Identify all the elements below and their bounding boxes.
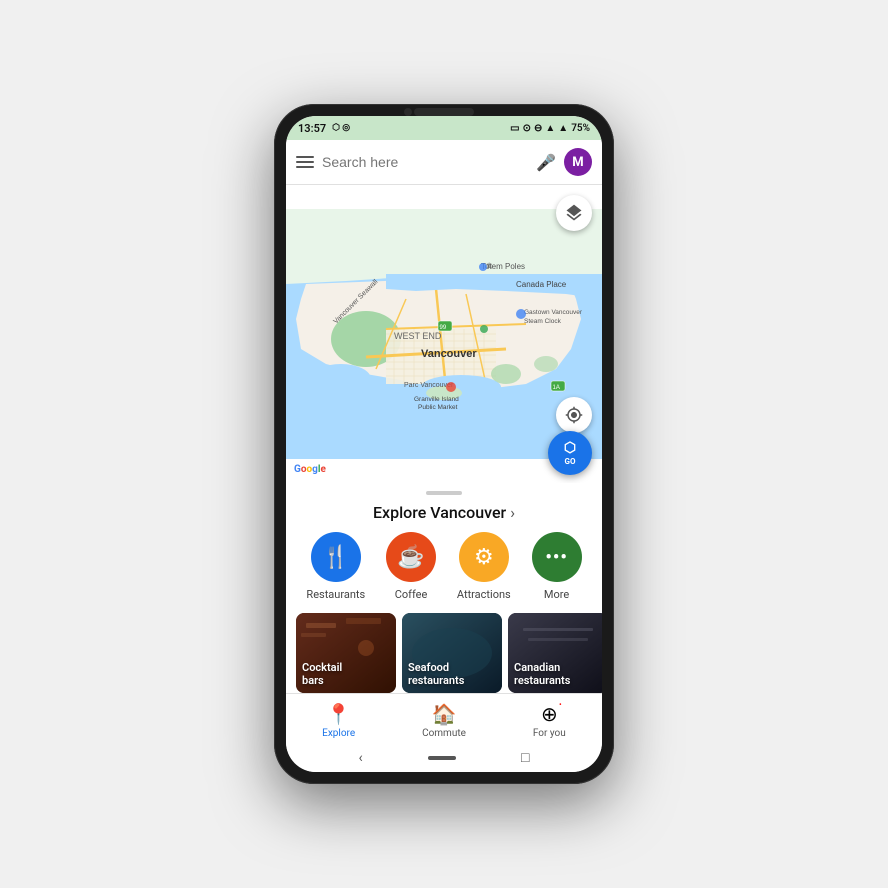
bottom-navigation: 📍 Explore 🏠 Commute ⊕• For you (286, 693, 602, 743)
canadian-restaurants-card[interactable]: Canadianrestaurants (508, 613, 602, 693)
explore-nav-icon: 📍 (326, 702, 351, 726)
category-restaurants[interactable]: 🍴 Restaurants (306, 532, 365, 601)
category-attractions[interactable]: ⚙ Attractions (457, 532, 511, 601)
phone-frame: 13:57 ⬡ ◎ ▭ ⊙ ⊖ ▲ ▲ 75% 🎤 M (274, 104, 614, 784)
battery: 75% (571, 123, 590, 134)
bottom-sheet: Explore Vancouver › 🍴 Restaurants ☕ Coff… (286, 483, 602, 693)
drag-handle[interactable] (426, 491, 462, 495)
canadian-restaurants-label: Canadianrestaurants (514, 661, 570, 687)
category-more[interactable]: ••• More (532, 532, 582, 601)
nav-commute[interactable]: 🏠 Commute (391, 702, 496, 739)
svg-text:Public Market: Public Market (418, 404, 458, 411)
svg-text:WEST END: WEST END (394, 331, 442, 341)
go-label: GO (565, 457, 576, 466)
seafood-restaurants-card[interactable]: Seafoodrestaurants (402, 613, 502, 693)
live-icon: ⬡ ◎ (332, 123, 350, 133)
svg-text:Steam Clock: Steam Clock (524, 318, 562, 325)
explore-arrow[interactable]: › (510, 503, 515, 522)
search-bar: 🎤 M (286, 140, 602, 185)
svg-text:Gastown Vancouver: Gastown Vancouver (524, 309, 583, 316)
time: 13:57 (298, 122, 326, 135)
recents-button[interactable]: □ (521, 749, 529, 766)
home-button[interactable] (428, 756, 456, 760)
restaurants-icon: 🍴 (311, 532, 361, 582)
category-coffee[interactable]: ☕ Coffee (386, 532, 436, 601)
go-button[interactable]: ⬡ GO (548, 431, 592, 475)
categories: 🍴 Restaurants ☕ Coffee ⚙ Attractions •••… (286, 532, 602, 613)
map-area[interactable]: Totem Poles 🏛 Vancouver Seawall Canada P… (286, 185, 602, 483)
speaker (414, 108, 474, 116)
more-label: More (544, 588, 569, 601)
system-navigation: ‹ □ (286, 743, 602, 772)
commute-nav-icon: 🏠 (432, 702, 457, 726)
explore-title: Explore Vancouver (373, 503, 506, 522)
restaurants-label: Restaurants (306, 588, 365, 601)
svg-text:Canada Place: Canada Place (516, 280, 567, 289)
camera (404, 108, 412, 116)
menu-button[interactable] (296, 156, 314, 168)
explore-nav-label: Explore (322, 728, 355, 739)
phone-screen: 13:57 ⬡ ◎ ▭ ⊙ ⊖ ▲ ▲ 75% 🎤 M (286, 116, 602, 772)
avatar[interactable]: M (564, 148, 592, 176)
svg-text:🏛: 🏛 (486, 262, 492, 269)
coffee-label: Coffee (395, 588, 428, 601)
back-button[interactable]: ‹ (359, 750, 363, 766)
svg-text:Granville Island: Granville Island (414, 396, 459, 403)
for-you-nav-label: For you (533, 728, 566, 739)
cocktail-bars-card[interactable]: Cocktailbars (296, 613, 396, 693)
wifi-icon: ▲ (545, 123, 555, 134)
svg-text:99: 99 (440, 325, 447, 331)
nav-explore[interactable]: 📍 Explore (286, 702, 391, 739)
location-button[interactable] (556, 397, 592, 433)
svg-text:Vancouver: Vancouver (421, 348, 477, 360)
mic-icon[interactable]: 🎤 (536, 153, 556, 172)
for-you-nav-icon: ⊕• (541, 702, 558, 726)
map-layers-button[interactable] (556, 195, 592, 231)
more-icon: ••• (532, 532, 582, 582)
attractions-icon: ⚙ (459, 532, 509, 582)
location-status-icon: ⊙ (523, 123, 531, 134)
cocktail-bars-label: Cocktailbars (302, 661, 342, 687)
coffee-icon: ☕ (386, 532, 436, 582)
cast-icon: ▭ (510, 123, 519, 134)
seafood-restaurants-label: Seafoodrestaurants (408, 661, 464, 687)
google-logo: Google (294, 464, 326, 475)
place-cards: Cocktailbars (286, 613, 602, 693)
signal-icon: ▲ (558, 123, 568, 134)
svg-text:1A: 1A (553, 385, 560, 391)
attractions-label: Attractions (457, 588, 511, 601)
nav-for-you[interactable]: ⊕• For you (497, 702, 602, 739)
explore-header: Explore Vancouver › (286, 499, 602, 532)
minus-icon: ⊖ (534, 123, 542, 134)
status-bar: 13:57 ⬡ ◎ ▭ ⊙ ⊖ ▲ ▲ 75% (286, 116, 602, 140)
search-input[interactable] (322, 154, 528, 170)
commute-nav-label: Commute (422, 728, 466, 739)
